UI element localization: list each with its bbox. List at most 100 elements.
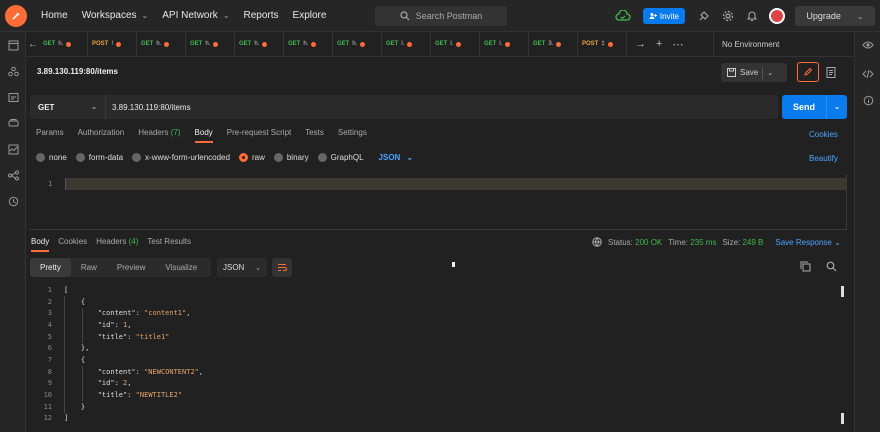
tab-settings[interactable]: Settings [338,128,367,143]
nav-api-network[interactable]: API Network ⌄ [162,10,229,21]
response-scrollbar-top[interactable] [841,286,844,297]
request-tab[interactable]: GET 3. [529,31,578,57]
view-mode-preview[interactable]: Preview [107,258,155,277]
view-mode-visualize[interactable]: Visualize [155,258,207,277]
response-tab-test-results[interactable]: Test Results [147,237,191,252]
environments-icon[interactable] [0,84,26,110]
nav-reports[interactable]: Reports [244,10,279,21]
tabs-scroll-left-icon[interactable]: ← [27,39,39,50]
save-response-button[interactable]: Save Response ⌄ [775,238,840,247]
chevron-down-icon: ⌄ [406,153,414,162]
line-number: 6 [47,344,52,353]
satellite-icon[interactable] [697,9,711,23]
request-tab[interactable]: GET h. [39,31,88,57]
tab-headers[interactable]: Headers (7) [138,128,180,143]
body-type-x-www-form-urlencoded[interactable]: x-www-form-urlencoded [132,153,230,162]
tab-method: POST [582,41,599,47]
code-line: 5 "title": "title1" [30,331,844,343]
body-type-graphql[interactable]: GraphQL [317,153,364,162]
more-tabs-icon[interactable]: ⋯ [672,38,683,51]
tab-tests[interactable]: Tests [305,128,324,143]
sync-status-icon[interactable] [613,7,633,25]
environment-selector[interactable]: No Environment [713,32,853,57]
code-token: "id" [97,320,115,329]
info-icon[interactable] [855,87,880,113]
beautify-link[interactable]: Beautify [809,154,838,163]
request-tab[interactable]: GET h. [186,31,235,57]
request-tab[interactable]: GET h. [235,31,284,57]
view-mode-raw[interactable]: Raw [71,258,107,277]
tab-params[interactable]: Params [36,128,64,143]
eye-icon[interactable] [855,32,880,57]
globe-icon[interactable] [592,237,602,247]
code-icon[interactable] [855,61,880,87]
radio-icon [317,153,327,162]
request-tab[interactable]: GET h. [284,31,333,57]
upgrade-button[interactable]: Upgrade ⌄ [795,6,875,26]
request-tab[interactable]: GET l. [480,31,529,57]
url-input[interactable]: 3.89.130.119:80/items [106,103,191,112]
tab-body[interactable]: Body [194,128,213,143]
nav-workspaces[interactable]: Workspaces ⌄ [82,10,149,21]
request-tab[interactable]: GET l. [382,31,431,57]
send-button[interactable]: Send ⌄ [782,95,847,119]
collections-icon[interactable] [0,32,26,58]
settings-gear-icon[interactable] [721,9,735,23]
body-format-select[interactable]: JSON ⌄ [379,153,414,162]
request-tab[interactable]: POST! [88,31,137,57]
request-body-editor[interactable]: 1 [30,174,847,230]
request-tab[interactable]: POST ‡ [578,31,627,57]
tab-method: GET [288,41,301,47]
request-tab[interactable]: GET h. [333,31,382,57]
chevron-down-icon: ⌄ [767,69,774,77]
response-tab-headers[interactable]: Headers (4) [96,237,138,252]
tab-authorization[interactable]: Authorization [78,128,125,143]
response-body-viewer[interactable]: 1[2 {3 "content": "content1", 4 "id": 1,5… [30,284,844,430]
request-tab[interactable]: GET l. [431,31,480,57]
response-tab-cookies[interactable]: Cookies [58,237,87,252]
body-type-form-data[interactable]: form-data [75,153,123,162]
save-button[interactable]: Save ⌄ [721,63,787,82]
body-type-binary[interactable]: binary [273,153,309,162]
cookies-link[interactable]: Cookies [809,130,838,139]
mock-servers-icon[interactable] [0,110,26,136]
line-number: 3 [47,309,52,318]
tab-pre-request-script[interactable]: Pre-request Script [227,128,291,143]
view-mode-tabs: Pretty Raw Preview Visualize [30,258,211,277]
nav-explore[interactable]: Explore [293,10,327,21]
history-icon[interactable] [0,188,26,214]
search-icon[interactable] [826,261,840,275]
documentation-button[interactable] [820,62,842,82]
code-token: "NEWTITLE2" [135,391,183,400]
response-scrollbar-bottom[interactable] [841,413,844,424]
tab-name: h. [156,41,162,47]
search-box[interactable]: Search Postman [375,6,507,26]
monitors-icon[interactable] [0,136,26,162]
edit-button[interactable] [797,62,819,82]
flows-icon[interactable] [0,162,26,188]
send-label: Send [792,102,815,112]
request-tab[interactable]: GET h. [137,31,186,57]
new-tab-icon[interactable]: + [656,38,662,50]
view-mode-pretty[interactable]: Pretty [30,258,71,277]
nav-home[interactable]: Home [41,10,68,21]
response-tab-body[interactable]: Body [31,237,50,252]
body-type-none[interactable]: none [36,153,67,162]
postman-logo-icon[interactable] [5,4,27,27]
method-select[interactable]: GET ⌄ [30,95,106,119]
tab-method: GET [141,41,154,47]
chevron-down-icon[interactable]: ⌄ [827,103,847,111]
copy-icon[interactable] [800,261,814,275]
unsaved-dot-icon [116,41,122,47]
notification-bell-icon[interactable] [745,9,759,23]
user-avatar[interactable] [769,8,785,24]
unsaved-dot-icon [556,41,562,47]
response-format-select[interactable]: JSON ⌄ [217,258,267,277]
body-type-raw[interactable]: raw [238,153,265,162]
tab-name: l. [450,41,454,47]
invite-button[interactable]: Invite [642,8,685,24]
apis-icon[interactable] [0,58,26,84]
tabs-scroll-right-icon[interactable]: → [635,38,646,50]
nav-label: API Network [162,10,218,21]
wrap-lines-button[interactable] [272,258,292,277]
